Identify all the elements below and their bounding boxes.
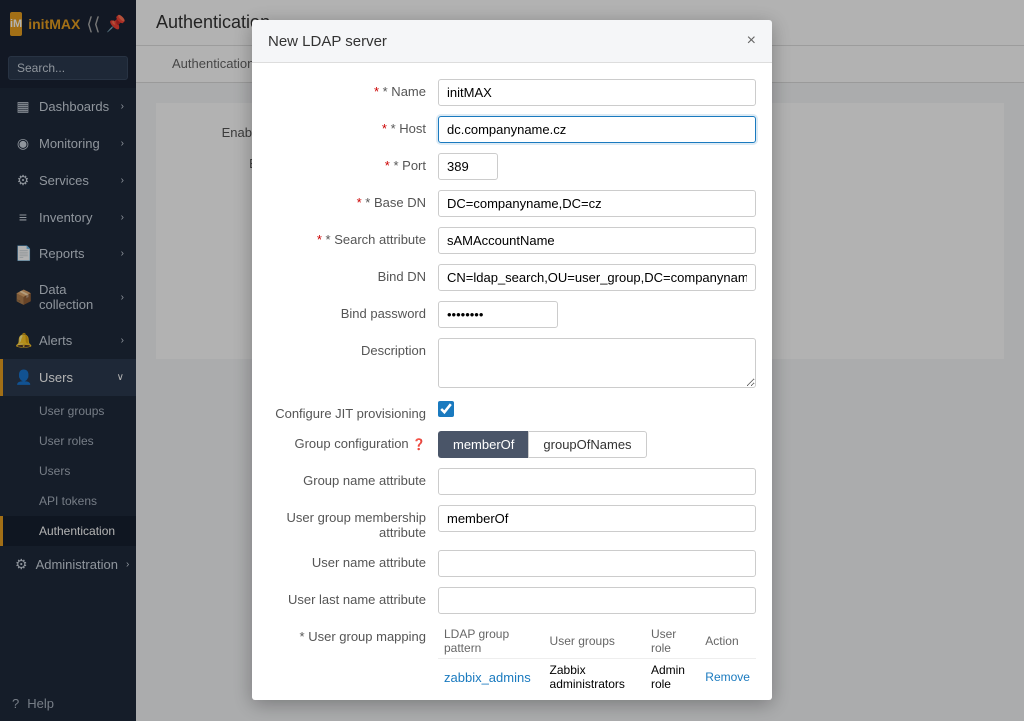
ldap-pattern-link[interactable]: zabbix_admins: [444, 670, 531, 685]
user-role-cell: Admin role: [645, 659, 699, 696]
group-name-attr-input[interactable]: [438, 468, 756, 495]
bind-dn-row: Bind DN: [268, 264, 756, 291]
description-field: [438, 338, 756, 391]
user-name-attr-input[interactable]: [438, 550, 756, 577]
bind-password-row: Bind password: [268, 301, 756, 328]
name-input[interactable]: [438, 79, 756, 106]
base-dn-label: * * Base DN: [268, 190, 438, 210]
configure-jit-label: Configure JIT provisioning: [268, 401, 438, 421]
user-groups-cell: Zabbix administrators: [544, 659, 645, 696]
bind-dn-input[interactable]: [438, 264, 756, 291]
user-last-name-field: [438, 587, 756, 614]
search-attr-input[interactable]: [438, 227, 756, 254]
user-group-mapping-table: LDAP group pattern User groups User role…: [438, 624, 756, 700]
user-last-name-label: User last name attribute: [268, 587, 438, 607]
configure-jit-field: [438, 401, 756, 420]
user-name-attr-row: User name attribute: [268, 550, 756, 577]
base-dn-input[interactable]: [438, 190, 756, 217]
ldap-pattern-cell: zabbix_admins: [438, 659, 544, 696]
table-row: Add: [438, 695, 756, 700]
description-row: Description: [268, 338, 756, 391]
group-name-attr-label: Group name attribute: [268, 468, 438, 488]
user-group-mapping-field: LDAP group pattern User groups User role…: [438, 624, 756, 700]
host-field: [438, 116, 756, 143]
modal-body: * * Name * * Host * * Port: [252, 63, 772, 700]
name-label: * * Name: [268, 79, 438, 99]
group-name-attr-row: Group name attribute: [268, 468, 756, 495]
group-config-label: Group configuration ❓: [268, 431, 438, 451]
table-row: zabbix_admins Zabbix administrators Admi…: [438, 659, 756, 696]
port-label: * * Port: [268, 153, 438, 173]
description-label: Description: [268, 338, 438, 358]
group-config-groupofnames-btn[interactable]: groupOfNames: [528, 431, 646, 458]
base-dn-row: * * Base DN: [268, 190, 756, 217]
user-last-name-row: User last name attribute: [268, 587, 756, 614]
user-name-attr-field: [438, 550, 756, 577]
base-dn-field: [438, 190, 756, 217]
col-user-groups: User groups: [544, 624, 645, 659]
close-icon[interactable]: ×: [747, 32, 756, 50]
description-textarea[interactable]: [438, 338, 756, 388]
group-name-attr-field: [438, 468, 756, 495]
group-config-memberof-btn[interactable]: memberOf: [438, 431, 528, 458]
col-action: Action: [699, 624, 756, 659]
bind-password-input[interactable]: [438, 301, 558, 328]
modal-overlay: New LDAP server × * * Name * * Host: [0, 0, 1024, 721]
search-attr-row: * * Search attribute: [268, 227, 756, 254]
host-label: * * Host: [268, 116, 438, 136]
user-group-membership-input[interactable]: [438, 505, 756, 532]
configure-jit-checkbox[interactable]: [438, 401, 454, 417]
ldap-server-modal: New LDAP server × * * Name * * Host: [252, 20, 772, 700]
name-row: * * Name: [268, 79, 756, 106]
search-attr-field: [438, 227, 756, 254]
bind-password-label: Bind password: [268, 301, 438, 321]
configure-jit-row: Configure JIT provisioning: [268, 401, 756, 421]
search-attr-label: * * Search attribute: [268, 227, 438, 247]
col-user-role: User role: [645, 624, 699, 659]
bind-password-field: [438, 301, 756, 328]
add-mapping-link[interactable]: Add: [444, 699, 467, 700]
user-group-membership-row: User group membership attribute: [268, 505, 756, 540]
action-cell: Remove: [699, 659, 756, 696]
name-field: [438, 79, 756, 106]
user-group-mapping-label: * User group mapping: [268, 624, 438, 644]
user-last-name-input[interactable]: [438, 587, 756, 614]
user-group-membership-field: [438, 505, 756, 532]
user-group-membership-label: User group membership attribute: [268, 505, 438, 540]
port-row: * * Port: [268, 153, 756, 180]
port-input[interactable]: [438, 153, 498, 180]
group-config-help-icon: ❓: [412, 439, 426, 451]
group-config-row: Group configuration ❓ memberOf groupOfNa…: [268, 431, 756, 458]
user-group-mapping-row: * User group mapping LDAP group pattern …: [268, 624, 756, 700]
bind-dn-label: Bind DN: [268, 264, 438, 284]
remove-mapping-link[interactable]: Remove: [705, 670, 750, 684]
modal-header: New LDAP server ×: [252, 20, 772, 63]
host-input[interactable]: [438, 116, 756, 143]
port-field: [438, 153, 756, 180]
group-config-buttons: memberOf groupOfNames: [438, 431, 756, 458]
group-config-field: memberOf groupOfNames: [438, 431, 756, 458]
col-ldap-pattern: LDAP group pattern: [438, 624, 544, 659]
modal-title: New LDAP server: [268, 33, 387, 50]
user-name-attr-label: User name attribute: [268, 550, 438, 570]
bind-dn-field: [438, 264, 756, 291]
host-row: * * Host: [268, 116, 756, 143]
